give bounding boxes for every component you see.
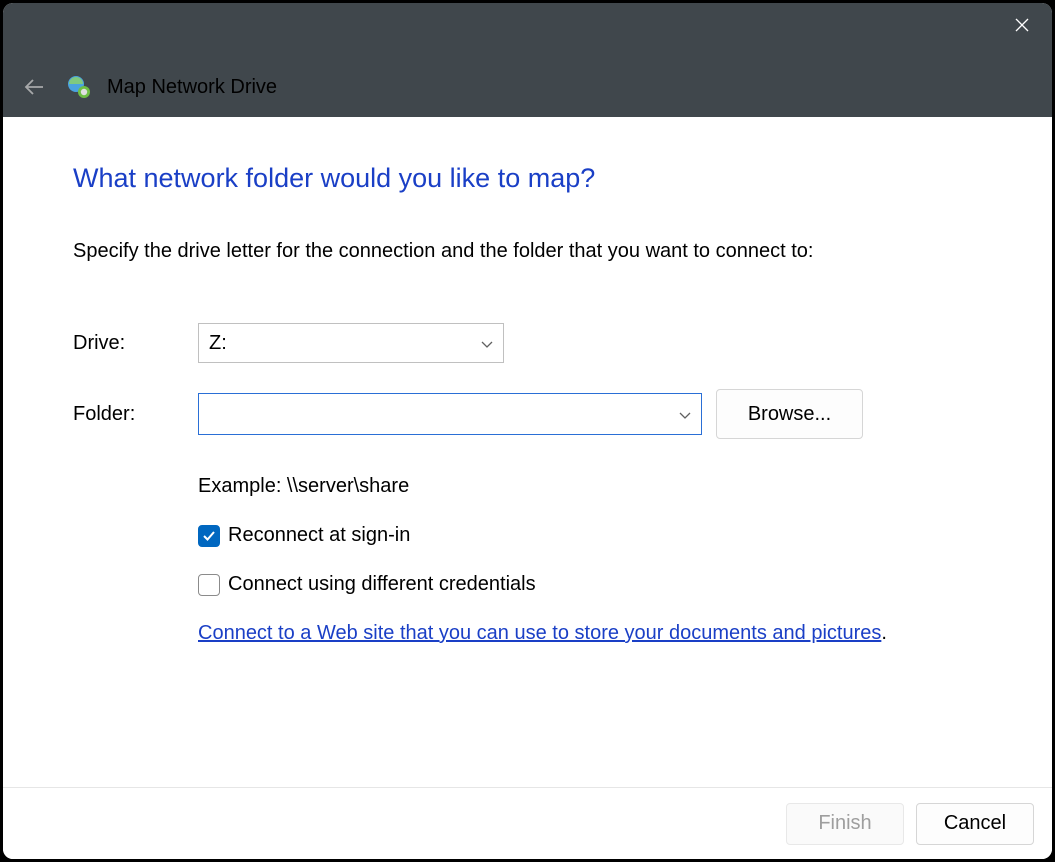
window-title: Map Network Drive [107, 76, 277, 99]
website-link[interactable]: Connect to a Web site that you can use t… [198, 622, 881, 644]
folder-combobox[interactable] [198, 393, 702, 435]
website-link-line: Connect to a Web site that you can use t… [198, 622, 982, 645]
diffcreds-row[interactable]: Connect using different credentials [198, 573, 982, 596]
folder-label: Folder: [73, 403, 198, 426]
sub-options: Example: \\server\share Reconnect at sig… [198, 475, 982, 645]
check-icon [202, 529, 216, 543]
browse-button[interactable]: Browse... [716, 389, 863, 439]
link-period: . [881, 622, 887, 644]
map-network-drive-window: Map Network Drive What network folder wo… [3, 3, 1052, 859]
close-icon [1015, 18, 1029, 32]
reconnect-checkbox[interactable] [198, 525, 220, 547]
drive-dropdown[interactable]: Z: [198, 323, 504, 363]
chevron-down-icon [481, 332, 493, 355]
example-text: Example: \\server\share [198, 475, 982, 498]
page-heading: What network folder would you like to ma… [73, 163, 982, 194]
back-button[interactable] [17, 70, 51, 104]
diffcreds-label: Connect using different credentials [228, 573, 536, 596]
chevron-down-icon [679, 403, 691, 426]
network-drive-icon [65, 73, 93, 101]
diffcreds-checkbox[interactable] [198, 574, 220, 596]
browse-button-label: Browse... [748, 403, 831, 426]
back-arrow-icon [23, 76, 45, 98]
close-button[interactable] [992, 3, 1052, 47]
cancel-button[interactable]: Cancel [916, 803, 1034, 845]
form-grid: Drive: Z: Folder: Browse.. [73, 323, 982, 439]
cancel-button-label: Cancel [944, 812, 1006, 835]
reconnect-label: Reconnect at sign-in [228, 524, 410, 547]
content-area: What network folder would you like to ma… [3, 117, 1052, 787]
finish-button: Finish [786, 803, 904, 845]
reconnect-row[interactable]: Reconnect at sign-in [198, 524, 982, 547]
footer: Finish Cancel [3, 787, 1052, 859]
finish-button-label: Finish [818, 812, 871, 835]
titlebar [3, 3, 1052, 57]
drive-value: Z: [209, 332, 227, 355]
header-strip: Map Network Drive [3, 57, 1052, 117]
drive-label: Drive: [73, 332, 198, 355]
instruction-text: Specify the drive letter for the connect… [73, 240, 982, 263]
